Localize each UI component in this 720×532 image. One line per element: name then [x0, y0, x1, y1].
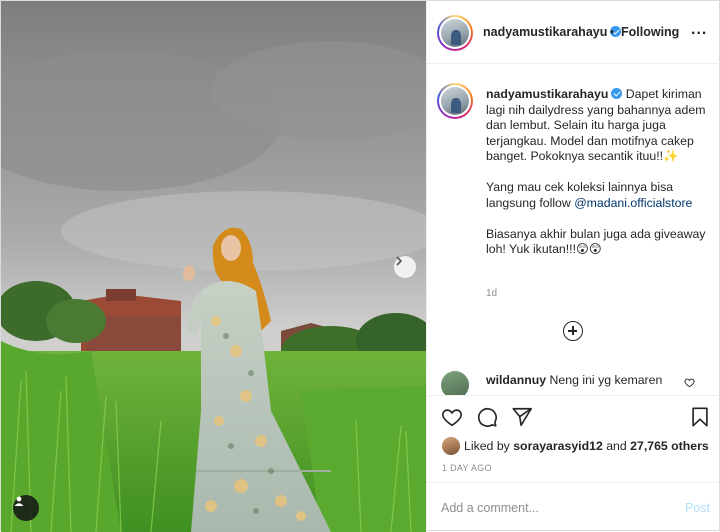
- post-sidebar: nadyamustikarahayu • Following ... nadya…: [426, 1, 720, 532]
- action-bar: [427, 395, 720, 435]
- next-photo-button[interactable]: [394, 256, 416, 278]
- caption-body: Dapet kiriman lagi nih dailydress yang b…: [486, 87, 706, 210]
- user-tag-icon: [14, 496, 24, 506]
- separator-dot: •: [610, 25, 615, 39]
- post-date[interactable]: 1 DAY AGO: [442, 463, 492, 473]
- comment-text: wildannuy Neng ini yg kemaren: [486, 373, 662, 387]
- comments-section[interactable]: nadyamustikarahayu Dapet kiriman lagi ni…: [427, 65, 720, 395]
- heart-icon: [684, 378, 695, 388]
- chevron-right-icon: [396, 256, 403, 266]
- likes-others-link[interactable]: 27,765 others: [630, 439, 709, 453]
- caption-username[interactable]: nadyamustikarahayu: [486, 87, 608, 101]
- post-photo[interactable]: [1, 1, 426, 532]
- share-button[interactable]: [511, 406, 533, 431]
- post-comment-button[interactable]: Post: [685, 501, 710, 515]
- comment-like-button[interactable]: [684, 377, 695, 391]
- caption-timestamp[interactable]: 1d: [486, 288, 497, 299]
- more-options-button[interactable]: ...: [691, 21, 707, 39]
- share-icon: [512, 407, 532, 427]
- likes-summary: Liked by sorayarasyid12 and 27,765 other…: [442, 437, 709, 455]
- like-button[interactable]: [441, 406, 463, 431]
- comment-icon: [477, 407, 497, 427]
- post-header: nadyamustikarahayu • Following ...: [427, 1, 720, 64]
- bookmark-icon: [692, 407, 708, 427]
- likes-middle: and: [602, 439, 631, 453]
- save-button[interactable]: [689, 406, 711, 431]
- heart-icon: [442, 409, 462, 427]
- liker-avatar[interactable]: [442, 437, 460, 455]
- add-comment-bar: Post: [427, 482, 720, 532]
- commenter-username[interactable]: wildannuy: [486, 373, 546, 387]
- user-tag-button[interactable]: [13, 495, 39, 521]
- likes-prefix: Liked by: [464, 439, 514, 453]
- following-button[interactable]: Following: [621, 25, 679, 39]
- comment-body: Neng ini yg kemaren: [546, 373, 663, 387]
- author-avatar[interactable]: [437, 15, 473, 51]
- author-username[interactable]: nadyamustikarahayu: [483, 25, 607, 39]
- caption-text: nadyamustikarahayu Dapet kiriman lagi ni…: [486, 87, 708, 258]
- load-more-comments-button[interactable]: [563, 321, 583, 341]
- liker-username[interactable]: sorayarasyid12: [513, 439, 603, 453]
- caption-author-avatar[interactable]: [437, 83, 473, 119]
- author-username-link[interactable]: nadyamustikarahayu: [483, 25, 622, 39]
- instagram-post-window: nadyamustikarahayu • Following ... nadya…: [0, 0, 720, 532]
- comment-button[interactable]: [476, 406, 498, 431]
- photo-scene: [1, 1, 426, 532]
- commenter-avatar[interactable]: [441, 371, 469, 395]
- caption-tail: Biasanya akhir bulan juga ada giveaway l…: [486, 226, 706, 257]
- verified-badge-icon: [611, 88, 623, 99]
- mention-link[interactable]: @madani.officialstore: [574, 196, 692, 210]
- comment-input[interactable]: [441, 497, 661, 519]
